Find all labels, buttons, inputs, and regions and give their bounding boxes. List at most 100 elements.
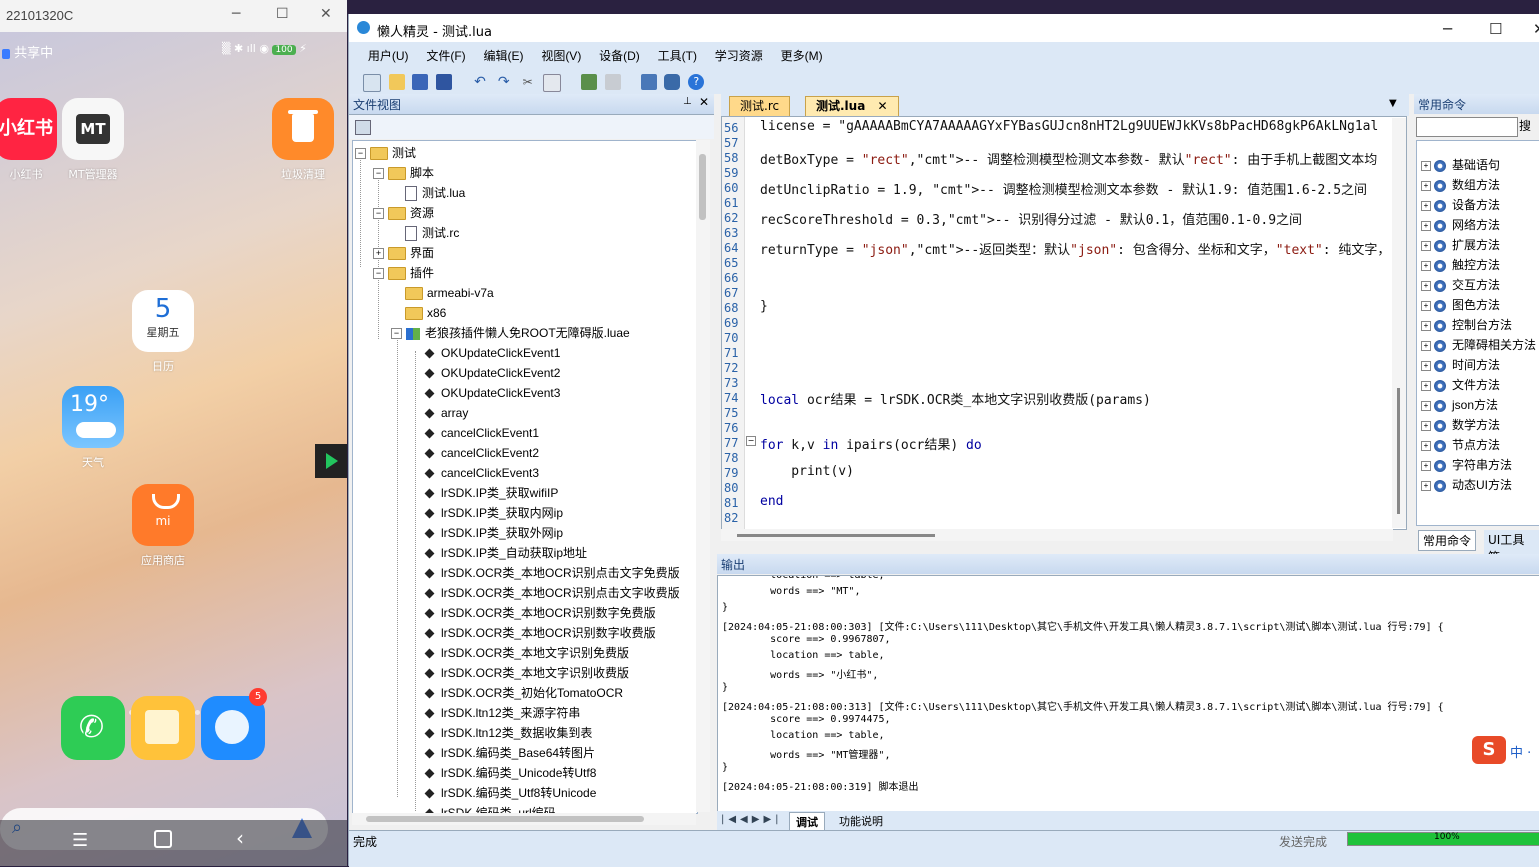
stop-icon[interactable] [604, 74, 621, 90]
expand-icon[interactable]: + [1421, 200, 1431, 211]
menu-learning[interactable]: 学习资源 [708, 42, 770, 70]
expand-icon[interactable]: + [1421, 220, 1431, 231]
menu-edit[interactable]: 编辑(E) [476, 42, 530, 70]
expand-icon[interactable]: + [1421, 420, 1431, 431]
command-category[interactable]: + 控制台方法 [1421, 315, 1512, 335]
tree-node-project[interactable]: − 测试 [355, 143, 416, 163]
expand-icon[interactable]: + [1421, 340, 1431, 351]
tree-item[interactable]: lrSDK.编码类_Base64转图片 [423, 743, 595, 763]
expand-icon[interactable]: + [1421, 160, 1431, 171]
tree-item[interactable]: lrSDK.OCR类_本地OCR识别点击文字免费版 [423, 563, 680, 583]
expand-icon[interactable]: + [1421, 320, 1431, 331]
menu-file[interactable]: 文件(F) [419, 42, 472, 70]
camera-icon[interactable] [664, 74, 681, 90]
pin-icon[interactable]: ⊥ [683, 96, 692, 107]
command-category[interactable]: + 交互方法 [1421, 275, 1500, 295]
tree-item[interactable]: lrSDK.OCR类_初始化TomatoOCR [423, 683, 623, 703]
save-all-icon[interactable] [436, 74, 453, 90]
command-category[interactable]: + 数组方法 [1421, 175, 1500, 195]
app-calendar[interactable]: 5 星期五 日历 [131, 290, 195, 374]
tab-common-commands[interactable]: 常用命令 [1418, 530, 1477, 551]
cut-icon[interactable]: ✂ [520, 74, 536, 90]
tree-node-x86[interactable]: x86 [405, 303, 446, 323]
tree-item[interactable]: lrSDK.OCR类_本地文字识别免费版 [423, 643, 629, 663]
menu-device[interactable]: 设备(D) [592, 42, 647, 70]
ime-logo-icon[interactable]: S [1472, 736, 1506, 764]
tree-item[interactable]: lrSDK.编码类_Unicode转Utf8 [423, 763, 596, 783]
menu-view[interactable]: 视图(V) [534, 42, 588, 70]
tree-node-scripts[interactable]: − 脚本 [373, 163, 434, 183]
tree-item[interactable]: lrSDK.OCR类_本地OCR识别数字免费版 [423, 603, 656, 623]
tree-item[interactable]: lrSDK.ltn12类_来源字符串 [423, 703, 580, 723]
tree-node-resources[interactable]: − 资源 [373, 203, 434, 223]
play-icon[interactable] [315, 444, 347, 478]
browser-icon[interactable]: 5 [201, 688, 267, 760]
run-icon[interactable] [581, 74, 598, 90]
tree-node-test-lua[interactable]: 测试.lua [405, 183, 465, 203]
save-icon[interactable] [412, 74, 429, 90]
expand-icon[interactable]: + [1421, 240, 1431, 251]
open-folder-icon[interactable] [388, 74, 405, 90]
expand-icon[interactable]: + [1421, 260, 1431, 271]
command-category[interactable]: + 基础语句 [1421, 155, 1500, 175]
expand-icon[interactable]: + [1421, 300, 1431, 311]
tree-node-armeabi[interactable]: armeabi-v7a [405, 283, 494, 303]
command-category[interactable]: + 扩展方法 [1421, 235, 1500, 255]
undo-icon[interactable]: ↶ [472, 74, 488, 90]
command-category[interactable]: + json方法 [1421, 395, 1498, 415]
expand-icon[interactable]: + [1421, 400, 1431, 411]
tree-item[interactable]: cancelClickEvent1 [423, 423, 539, 443]
tree-item[interactable]: lrSDK.编码类_Utf8转Unicode [423, 783, 596, 803]
command-category[interactable]: + 触控方法 [1421, 255, 1500, 275]
editor-hscrollbar[interactable] [721, 529, 1393, 541]
command-category[interactable]: + 无障碍相关方法 [1421, 335, 1536, 355]
command-category[interactable]: + 图色方法 [1421, 295, 1500, 315]
expand-icon[interactable]: + [1421, 360, 1431, 371]
help-icon[interactable]: ? [688, 74, 705, 90]
minimize-icon[interactable]: ─ [1443, 20, 1452, 38]
maximize-icon[interactable]: ☐ [276, 6, 289, 22]
tree-item[interactable]: OKUpdateClickEvent3 [423, 383, 560, 403]
home-icon[interactable] [154, 830, 172, 848]
tree-item[interactable]: lrSDK.IP类_获取内网ip [423, 503, 563, 523]
tree-item[interactable]: lrSDK.IP类_自动获取ip地址 [423, 543, 587, 563]
close-panel-icon[interactable]: ✕ [699, 95, 709, 109]
command-category[interactable]: + 数学方法 [1421, 415, 1500, 435]
commands-search-input[interactable] [1416, 117, 1518, 137]
close-icon[interactable]: ✕ [320, 6, 332, 22]
new-file-icon[interactable] [362, 74, 381, 92]
tree-item[interactable]: OKUpdateClickEvent2 [423, 363, 560, 383]
command-category[interactable]: + 节点方法 [1421, 435, 1500, 455]
menu-user[interactable]: 用户(U) [361, 42, 416, 70]
fold-toggle-icon[interactable]: − [746, 436, 756, 446]
command-category[interactable]: + 字符串方法 [1421, 455, 1512, 475]
app-mt-manager[interactable]: MT MT管理器 [61, 98, 125, 182]
back-icon[interactable]: ‹ [236, 826, 244, 850]
notes-icon[interactable] [131, 696, 195, 760]
tree-node-ui[interactable]: + 界面 [373, 243, 434, 263]
tab-function-help[interactable]: 功能说明 [833, 812, 889, 830]
tree-item[interactable]: lrSDK.OCR类_本地OCR识别点击文字收费版 [423, 583, 680, 603]
tab-debug[interactable]: 调试 [789, 812, 825, 832]
maximize-icon[interactable]: ☐ [1489, 20, 1502, 38]
expand-icon[interactable]: + [1421, 480, 1431, 491]
tab-list-dropdown-icon[interactable]: ▼ [1389, 98, 1397, 109]
command-category[interactable]: + 时间方法 [1421, 355, 1500, 375]
tree-item[interactable]: OKUpdateClickEvent1 [423, 343, 560, 363]
tab-test-rc[interactable]: 测试.rc [729, 96, 791, 117]
menu-more[interactable]: 更多(M) [774, 42, 830, 70]
command-category[interactable]: + 网络方法 [1421, 215, 1500, 235]
expand-icon[interactable]: + [1421, 180, 1431, 191]
code-editor[interactable]: 56 57 58 59 60 61 62 63 64 65 66 67 68 69 70 71 72 73 74 75… [721, 116, 1407, 530]
file-tree-scrollbar[interactable] [696, 140, 710, 812]
menu-icon[interactable]: ☰ [72, 830, 88, 851]
commands-search-button[interactable]: 搜 [1519, 117, 1539, 135]
redo-icon[interactable]: ↷ [496, 74, 512, 90]
tree-item[interactable]: lrSDK.OCR类_本地文字识别收费版 [423, 663, 629, 683]
tree-item[interactable]: cancelClickEvent3 [423, 463, 539, 483]
command-category[interactable]: + 动态UI方法 [1421, 475, 1512, 495]
tree-node-plugin-luae[interactable]: − 老狼孩插件懒人免ROOT无障碍版.luae [391, 323, 630, 343]
command-category[interactable]: + 文件方法 [1421, 375, 1500, 395]
expand-icon[interactable]: + [1421, 460, 1431, 471]
file-tree-hscrollbar[interactable] [352, 813, 696, 825]
